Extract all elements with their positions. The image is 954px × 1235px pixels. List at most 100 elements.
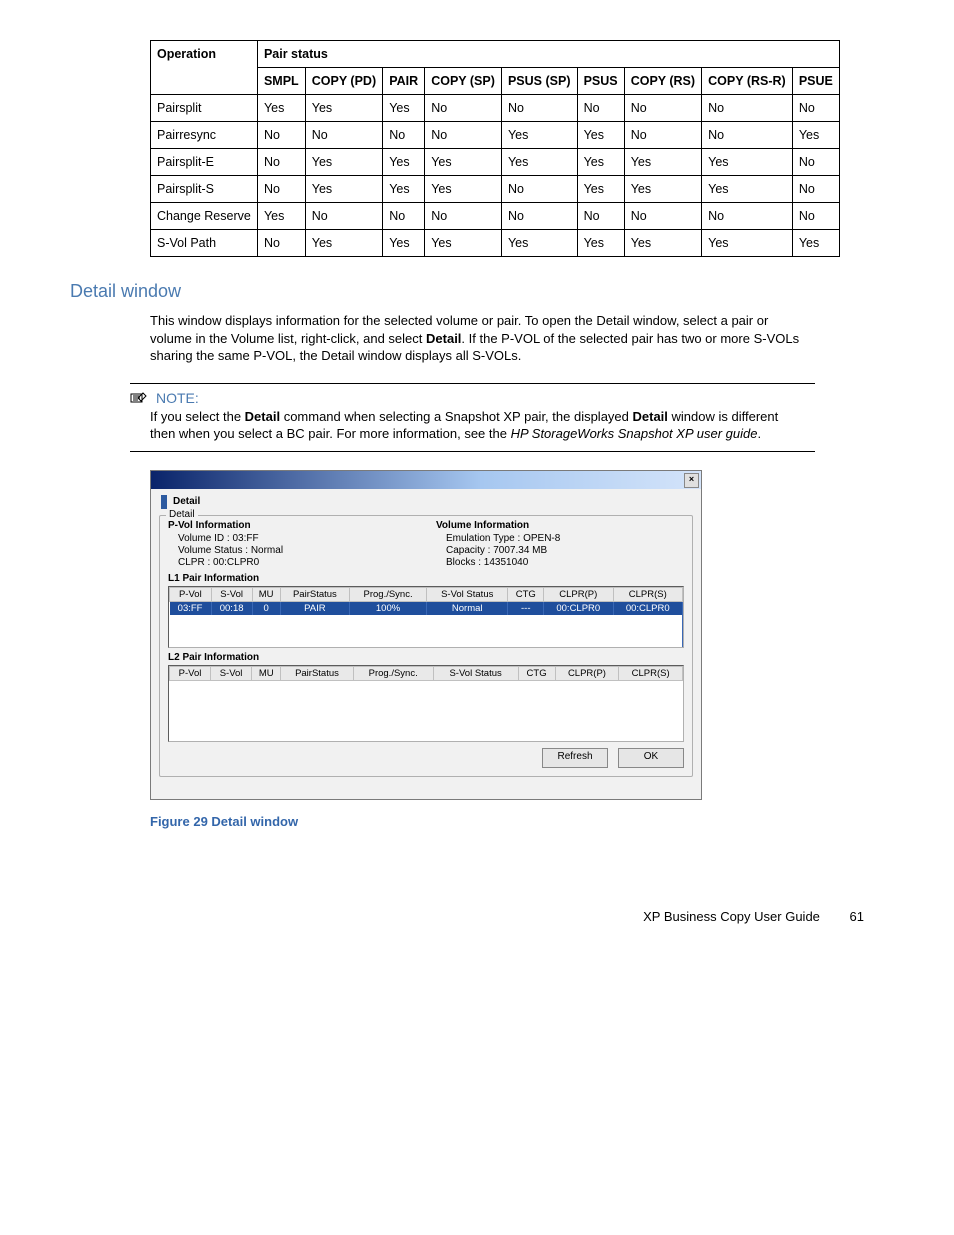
th-sub-0: SMPL bbox=[257, 68, 305, 95]
th-operation: Operation bbox=[151, 41, 258, 95]
td-cell: Yes bbox=[257, 203, 305, 230]
dialog-header: Detail bbox=[159, 493, 693, 515]
note-label: NOTE: bbox=[156, 390, 199, 406]
pair-th: Prog./Sync. bbox=[353, 666, 433, 680]
table-row: Pairsplit-SNoYesYesYesNoYesYesYesNo bbox=[151, 176, 840, 203]
td-cell: No bbox=[257, 176, 305, 203]
td-cell: Yes bbox=[501, 122, 577, 149]
info-line: Volume ID : 03:FF bbox=[168, 533, 416, 544]
td-cell: No bbox=[577, 203, 624, 230]
info-line: Capacity : 7007.34 MB bbox=[436, 545, 684, 556]
td-cell: No bbox=[624, 122, 701, 149]
th-sub-1: COPY (PD) bbox=[305, 68, 382, 95]
td-cell: No bbox=[425, 122, 502, 149]
td-operation: Pairsplit-E bbox=[151, 149, 258, 176]
divider bbox=[130, 383, 815, 384]
info-line: Blocks : 14351040 bbox=[436, 557, 684, 568]
td-cell: Yes bbox=[577, 149, 624, 176]
td-cell: No bbox=[792, 95, 839, 122]
td-cell: No bbox=[792, 176, 839, 203]
th-sub-8: PSUE bbox=[792, 68, 839, 95]
fieldset-legend: Detail bbox=[166, 509, 198, 520]
detail-window-description: This window displays information for the… bbox=[150, 312, 810, 365]
refresh-button[interactable]: Refresh bbox=[542, 748, 608, 768]
l1-pair-table: P-VolS-VolMUPairStatusProg./Sync.S-Vol S… bbox=[168, 586, 684, 648]
th-sub-6: COPY (RS) bbox=[624, 68, 701, 95]
pair-th: S-Vol bbox=[211, 666, 252, 680]
td-cell: Yes bbox=[577, 176, 624, 203]
pair-td: Normal bbox=[427, 601, 508, 615]
text: . bbox=[757, 426, 761, 441]
text: command when selecting a Snapshot XP pai… bbox=[280, 409, 632, 424]
pair-th: P-Vol bbox=[170, 587, 212, 601]
td-cell: Yes bbox=[383, 95, 425, 122]
td-cell: Yes bbox=[257, 95, 305, 122]
td-cell: Yes bbox=[305, 95, 382, 122]
pair-th: CLPR(P) bbox=[555, 666, 619, 680]
pair-td: 03:FF bbox=[170, 601, 212, 615]
dialog-title: Detail bbox=[173, 496, 200, 507]
pair-th: CTG bbox=[508, 587, 544, 601]
td-operation: Pairsplit bbox=[151, 95, 258, 122]
detail-fieldset: Detail P-Vol Information Volume ID : 03:… bbox=[159, 515, 693, 777]
td-cell: No bbox=[702, 203, 793, 230]
dialog-titlebar: × bbox=[151, 471, 701, 489]
td-cell: Yes bbox=[577, 230, 624, 257]
td-cell: Yes bbox=[624, 176, 701, 203]
pair-th: CLPR(P) bbox=[544, 587, 613, 601]
td-cell: Yes bbox=[425, 176, 502, 203]
pair-td: PAIR bbox=[280, 601, 349, 615]
td-operation: Pairresync bbox=[151, 122, 258, 149]
ok-button[interactable]: OK bbox=[618, 748, 684, 768]
td-cell: Yes bbox=[425, 149, 502, 176]
divider bbox=[130, 451, 815, 452]
pair-td: 00:CLPR0 bbox=[544, 601, 613, 615]
info-line: Volume Status : Normal bbox=[168, 545, 416, 556]
pair-th: PairStatus bbox=[280, 587, 349, 601]
td-cell: No bbox=[257, 230, 305, 257]
pair-td: 0 bbox=[252, 601, 280, 615]
td-operation: Pairsplit-S bbox=[151, 176, 258, 203]
l1-pair-title: L1 Pair Information bbox=[168, 573, 684, 584]
td-cell: No bbox=[501, 95, 577, 122]
td-cell: No bbox=[257, 122, 305, 149]
th-sub-4: PSUS (SP) bbox=[501, 68, 577, 95]
td-cell: No bbox=[702, 122, 793, 149]
td-cell: No bbox=[501, 203, 577, 230]
page-number: 61 bbox=[850, 909, 864, 924]
text-bold: Detail bbox=[426, 331, 461, 346]
td-cell: No bbox=[425, 203, 502, 230]
td-operation: Change Reserve bbox=[151, 203, 258, 230]
td-cell: No bbox=[792, 203, 839, 230]
pair-th: MU bbox=[252, 587, 280, 601]
pair-th: CLPR(S) bbox=[619, 666, 683, 680]
volume-title: Volume Information bbox=[436, 520, 684, 531]
td-cell: Yes bbox=[305, 230, 382, 257]
td-cell: Yes bbox=[577, 122, 624, 149]
td-cell: Yes bbox=[383, 230, 425, 257]
volume-info: Volume Information Emulation Type : OPEN… bbox=[436, 520, 684, 569]
pair-td: --- bbox=[508, 601, 544, 615]
header-bar-icon bbox=[161, 495, 167, 509]
td-cell: No bbox=[624, 95, 701, 122]
footer-title: XP Business Copy User Guide bbox=[643, 909, 820, 924]
td-cell: Yes bbox=[624, 230, 701, 257]
th-sub-3: COPY (SP) bbox=[425, 68, 502, 95]
td-cell: Yes bbox=[792, 122, 839, 149]
note-body: If you select the Detail command when se… bbox=[150, 408, 800, 443]
td-cell: No bbox=[305, 203, 382, 230]
td-cell: Yes bbox=[702, 149, 793, 176]
td-cell: No bbox=[702, 95, 793, 122]
td-cell: Yes bbox=[305, 176, 382, 203]
pair-th: P-Vol bbox=[170, 666, 211, 680]
text-italic: HP StorageWorks Snapshot XP user guide bbox=[511, 426, 758, 441]
close-icon[interactable]: × bbox=[684, 473, 699, 488]
table-row: PairresyncNoNoNoNoYesYesNoNoYes bbox=[151, 122, 840, 149]
note-icon bbox=[130, 391, 148, 405]
table-row: Change ReserveYesNoNoNoNoNoNoNoNo bbox=[151, 203, 840, 230]
text: If you select the bbox=[150, 409, 245, 424]
pair-th: S-Vol Status bbox=[427, 587, 508, 601]
th-sub-5: PSUS bbox=[577, 68, 624, 95]
info-line: Emulation Type : OPEN-8 bbox=[436, 533, 684, 544]
td-cell: Yes bbox=[501, 149, 577, 176]
